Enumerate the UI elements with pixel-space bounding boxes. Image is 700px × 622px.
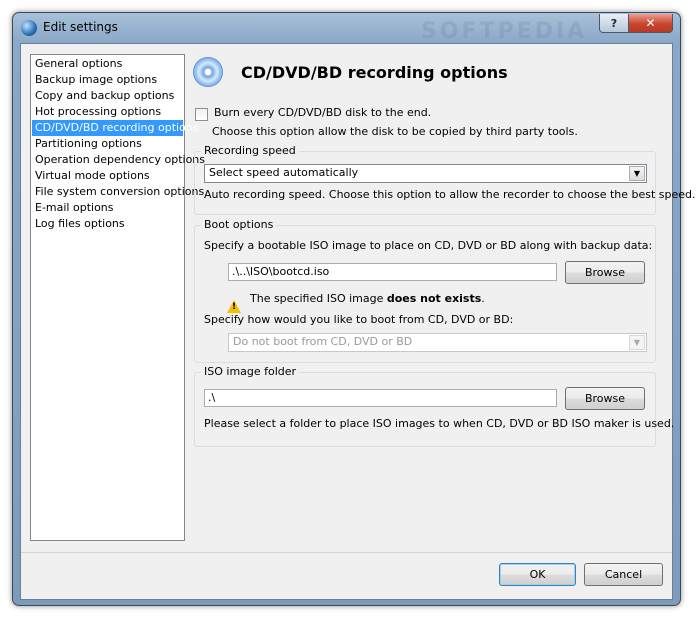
recording-speed-title: Recording speed <box>201 144 299 157</box>
iso-folder-path-value: .\ <box>208 391 216 404</box>
ok-button[interactable]: OK <box>499 563 576 586</box>
chevron-down-icon: ▼ <box>629 335 645 350</box>
iso-image-folder-group: ISO image folder .\ Browse Please select… <box>194 365 674 447</box>
sidebar-item-partitioning-options[interactable]: Partitioning options <box>32 136 183 152</box>
warning-bold: does not exists <box>386 292 482 305</box>
iso-folder-title: ISO image folder <box>201 365 300 378</box>
recording-speed-value: Select speed automatically <box>209 166 359 179</box>
boot-method-value: Do not boot from CD, DVD or BD <box>233 335 413 348</box>
page-title: CD/DVD/BD recording options <box>241 63 508 82</box>
chevron-down-icon[interactable]: ▼ <box>629 166 645 181</box>
boot-method-question: Specify how would you like to boot from … <box>204 313 514 326</box>
watermark-text: SOFTPEDIA <box>421 19 588 44</box>
burn-to-end-description: Choose this option allow the disk to be … <box>212 125 578 138</box>
boot-iso-warning: The specified ISO image does not exists. <box>250 292 485 305</box>
warning-exclamation-icon: ! <box>232 302 237 312</box>
boot-iso-instruction: Specify a bootable ISO image to place on… <box>204 239 653 252</box>
recording-speed-group: Recording speed Select speed automatical… <box>194 144 696 215</box>
edit-settings-window: Edit settings SOFTPEDIA ? ✕ General opti… <box>12 12 696 606</box>
iso-folder-description: Please select a folder to place ISO imag… <box>204 417 675 430</box>
boot-method-select: Do not boot from CD, DVD or BD ▼ <box>228 333 647 352</box>
dialog-client-area: General options Backup image options Cop… <box>20 43 696 600</box>
page-header: CD/DVD/BD recording options <box>192 54 652 90</box>
app-globe-icon <box>21 20 37 36</box>
warning-prefix: The specified ISO image <box>250 292 387 305</box>
boot-iso-path-value: .\..\ISO\bootcd.iso <box>232 265 330 278</box>
boot-iso-browse-button[interactable]: Browse <box>565 261 645 284</box>
iso-folder-browse-button[interactable]: Browse <box>565 387 645 410</box>
title-bar[interactable]: Edit settings SOFTPEDIA ? ✕ <box>13 13 680 44</box>
sidebar-item-backup-image-options[interactable]: Backup image options <box>32 72 183 88</box>
sidebar-item-recording-options[interactable]: CD/DVD/BD recording options <box>32 120 199 136</box>
burn-to-end-label[interactable]: Burn every CD/DVD/BD disk to the end. <box>214 106 431 119</box>
recording-speed-description: Auto recording speed. Choose this option… <box>204 188 696 201</box>
sidebar-item-copy-and-backup-options[interactable]: Copy and backup options <box>32 88 183 104</box>
sidebar-item-file-system-conversion-options[interactable]: File system conversion options <box>32 184 204 200</box>
cancel-button[interactable]: Cancel <box>584 563 663 586</box>
disc-icon <box>193 57 223 87</box>
recording-speed-select[interactable]: Select speed automatically ▼ <box>204 164 647 183</box>
settings-category-list[interactable]: General options Backup image options Cop… <box>30 54 205 541</box>
sidebar-item-operation-dependency-options[interactable]: Operation dependency options <box>32 152 205 168</box>
sidebar-item-hot-processing-options[interactable]: Hot processing options <box>32 104 183 120</box>
warning-suffix: . <box>481 292 485 305</box>
help-button[interactable]: ? <box>599 14 629 33</box>
boot-options-title: Boot options <box>201 218 277 231</box>
burn-to-end-checkbox[interactable] <box>195 108 208 121</box>
sidebar-item-general-options[interactable]: General options <box>32 56 183 72</box>
sidebar-item-email-options[interactable]: E-mail options <box>32 200 183 216</box>
boot-iso-path-input[interactable]: .\..\ISO\bootcd.iso <box>228 263 557 281</box>
sidebar-item-virtual-mode-options[interactable]: Virtual mode options <box>32 168 183 184</box>
footer-divider <box>21 552 672 553</box>
close-button[interactable]: ✕ <box>628 14 673 33</box>
window-title: Edit settings <box>43 20 118 34</box>
sidebar-item-log-files-options[interactable]: Log files options <box>32 216 183 232</box>
iso-folder-path-input[interactable]: .\ <box>204 389 557 407</box>
boot-options-group: Boot options Specify a bootable ISO imag… <box>194 218 656 363</box>
